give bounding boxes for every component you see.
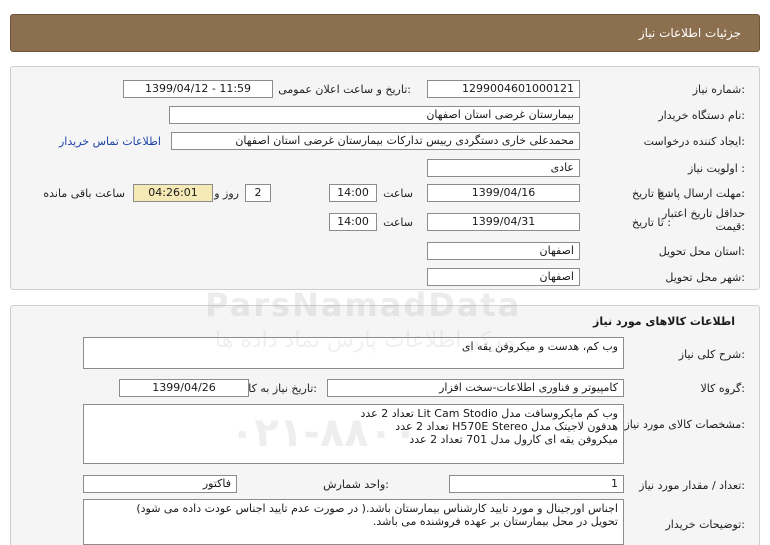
unit-field[interactable]: فاکتور bbox=[83, 475, 237, 493]
priority-field[interactable]: عادی bbox=[427, 159, 580, 177]
specs-label: مشخصات کالای مورد نیاز: bbox=[624, 418, 745, 431]
goods-group-field[interactable]: کامپیوتر و فناوری اطلاعات-سخت افزار bbox=[327, 379, 624, 397]
goods-panel: اطلاعات کالاهای مورد نیاز شرح کلی نیاز: … bbox=[10, 305, 760, 545]
remaining-time-field[interactable]: 04:26:01 bbox=[133, 184, 213, 202]
announce-datetime-field[interactable]: 1399/04/12 - 11:59 bbox=[123, 80, 273, 98]
buyer-notes-field[interactable]: اجناس اورجینال و مورد تایید کارشناس بیما… bbox=[83, 499, 624, 545]
page-header: جزئیات اطلاعات نیاز bbox=[10, 14, 760, 52]
page-title: جزئیات اطلاعات نیاز bbox=[638, 26, 741, 40]
validity-to-date-label: تا تاریخ : bbox=[632, 216, 671, 229]
buyer-notes-line: اجناس اورجینال و مورد تایید کارشناس بیما… bbox=[136, 502, 618, 515]
buyer-label: نام دستگاه خریدار: bbox=[658, 109, 745, 122]
goods-section-title: اطلاعات کالاهای مورد نیاز bbox=[593, 315, 735, 328]
summary-text: وب کم، هدست و میکروفن یقه ای bbox=[461, 340, 618, 353]
need-details-panel: شماره نیاز: 1299004601000121 تاریخ و ساع… bbox=[10, 66, 760, 290]
unit-label: واحد شمارش: bbox=[323, 478, 389, 491]
remaining-time-label: ساعت باقی مانده bbox=[43, 187, 125, 200]
summary-label: شرح کلی نیاز: bbox=[678, 348, 745, 361]
buyer-notes-line: تحویل در محل بیمارستان بر عهده فروشنده م… bbox=[372, 515, 618, 528]
creator-label: ایجاد کننده درخواست: bbox=[643, 135, 745, 148]
remaining-days-label: روز و bbox=[214, 187, 239, 200]
announce-datetime-label: تاریخ و ساعت اعلان عمومی: bbox=[278, 83, 411, 96]
province-label: استان محل تحویل: bbox=[658, 245, 745, 258]
priority-label: اولویت نیاز : bbox=[687, 162, 745, 175]
validity-date-field[interactable]: 1399/04/31 bbox=[427, 213, 580, 231]
specs-line: میکروفن یقه ای کارول مدل 701 تعداد 2 عدد bbox=[409, 433, 618, 446]
specs-line: وب کم مایکروسافت مدل Lit Cam Stodio تعدا… bbox=[360, 407, 618, 420]
remaining-days-field[interactable]: 2 bbox=[245, 184, 271, 202]
need-date-field[interactable]: 1399/04/26 bbox=[119, 379, 249, 397]
creator-field[interactable]: محمدعلی خاری دستگردی رییس تدارکات بیمارس… bbox=[171, 132, 580, 150]
need-number-field[interactable]: 1299004601000121 bbox=[427, 80, 580, 98]
province-field[interactable]: اصفهان bbox=[427, 242, 580, 260]
buyer-contact-link[interactable]: اطلاعات تماس خریدار bbox=[59, 135, 161, 148]
validity-time-field[interactable]: 14:00 bbox=[329, 213, 377, 231]
deadline-date-field[interactable]: 1399/04/16 bbox=[427, 184, 580, 202]
deadline-time-field[interactable]: 14:00 bbox=[329, 184, 377, 202]
buyer-field[interactable]: بیمارستان غرضی استان اصفهان bbox=[169, 106, 580, 124]
quantity-label: تعداد / مقدار مورد نیاز: bbox=[639, 479, 745, 492]
deadline-to-date-label: تا تاریخ : bbox=[632, 187, 671, 200]
goods-group-label: گروه کالا: bbox=[700, 382, 745, 395]
summary-field[interactable]: وب کم، هدست و میکروفن یقه ای bbox=[83, 337, 624, 369]
specs-line: هدفون لاجیتک مدل H570E Stereo تعداد 2 عد… bbox=[395, 420, 618, 433]
quantity-field[interactable]: 1 bbox=[449, 475, 624, 493]
city-label: شهر محل تحویل: bbox=[665, 271, 745, 284]
need-number-label: شماره نیاز: bbox=[692, 83, 745, 96]
need-date-label: تاریخ نیاز به کالا: bbox=[242, 382, 317, 395]
validity-hour-label: ساعت bbox=[383, 216, 413, 229]
buyer-notes-label: توضیحات خریدار: bbox=[665, 518, 746, 531]
deadline-hour-label: ساعت bbox=[383, 187, 413, 200]
city-field[interactable]: اصفهان bbox=[427, 268, 580, 286]
specs-field[interactable]: وب کم مایکروسافت مدل Lit Cam Stodio تعدا… bbox=[83, 404, 624, 464]
